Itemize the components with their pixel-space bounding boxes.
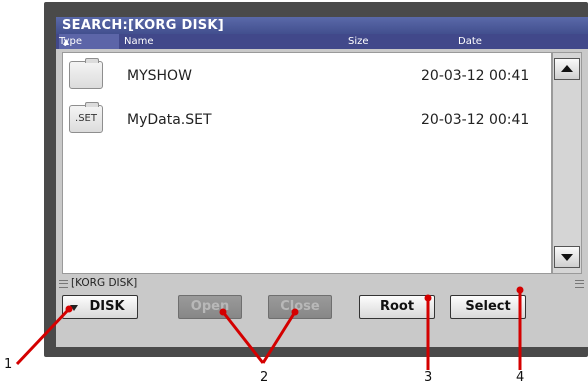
- vertical-scrollbar[interactable]: [552, 52, 582, 274]
- list-item[interactable]: MYSHOW 20-03-12 00:41: [63, 57, 553, 93]
- file-name: MYSHOW: [127, 68, 192, 84]
- scroll-up-button[interactable]: [554, 58, 580, 80]
- disk-selector-label: DISK: [89, 299, 125, 314]
- dropdown-arrow-icon: [70, 305, 78, 311]
- file-date: 20-03-12 00:41: [421, 112, 530, 128]
- scroll-down-button[interactable]: [554, 246, 580, 268]
- callout-number-1: 1: [4, 357, 13, 372]
- current-path: [KORG DISK]: [71, 277, 138, 289]
- select-button[interactable]: Select: [450, 295, 526, 319]
- column-header-type[interactable]: Type ▲: [59, 34, 119, 49]
- search-window: SEARCH:[KORG DISK] Type ▲ Name Size Date …: [56, 17, 588, 347]
- disk-selector-button[interactable]: DISK: [62, 295, 138, 319]
- drag-handle-icon: [59, 280, 68, 288]
- callout-number-4: 4: [516, 370, 525, 385]
- column-header-row: Type ▲ Name Size Date: [56, 34, 588, 49]
- drag-handle-icon: [575, 280, 584, 288]
- column-header-date[interactable]: Date: [458, 34, 482, 49]
- folder-icon: [69, 58, 103, 89]
- callout-number-2: 2: [260, 370, 269, 385]
- set-file-icon: .SET: [69, 102, 103, 133]
- open-button[interactable]: Open: [178, 295, 242, 319]
- arrow-down-icon: [561, 254, 573, 261]
- close-button[interactable]: Close: [268, 295, 332, 319]
- file-date: 20-03-12 00:41: [421, 68, 530, 84]
- file-name: MyData.SET: [127, 112, 212, 128]
- window-title: SEARCH:[KORG DISK]: [56, 17, 588, 34]
- root-button[interactable]: Root: [359, 295, 435, 319]
- path-bar: [KORG DISK]: [56, 276, 588, 290]
- file-list: MYSHOW 20-03-12 00:41 .SET MyData.SET 20…: [62, 52, 552, 274]
- list-item[interactable]: .SET MyData.SET 20-03-12 00:41: [63, 101, 553, 137]
- arrow-up-icon: [561, 65, 573, 72]
- column-header-size[interactable]: Size: [348, 34, 369, 49]
- callout-number-3: 3: [424, 370, 433, 385]
- sort-ascending-icon: ▲: [63, 37, 70, 46]
- column-header-name[interactable]: Name: [124, 34, 154, 49]
